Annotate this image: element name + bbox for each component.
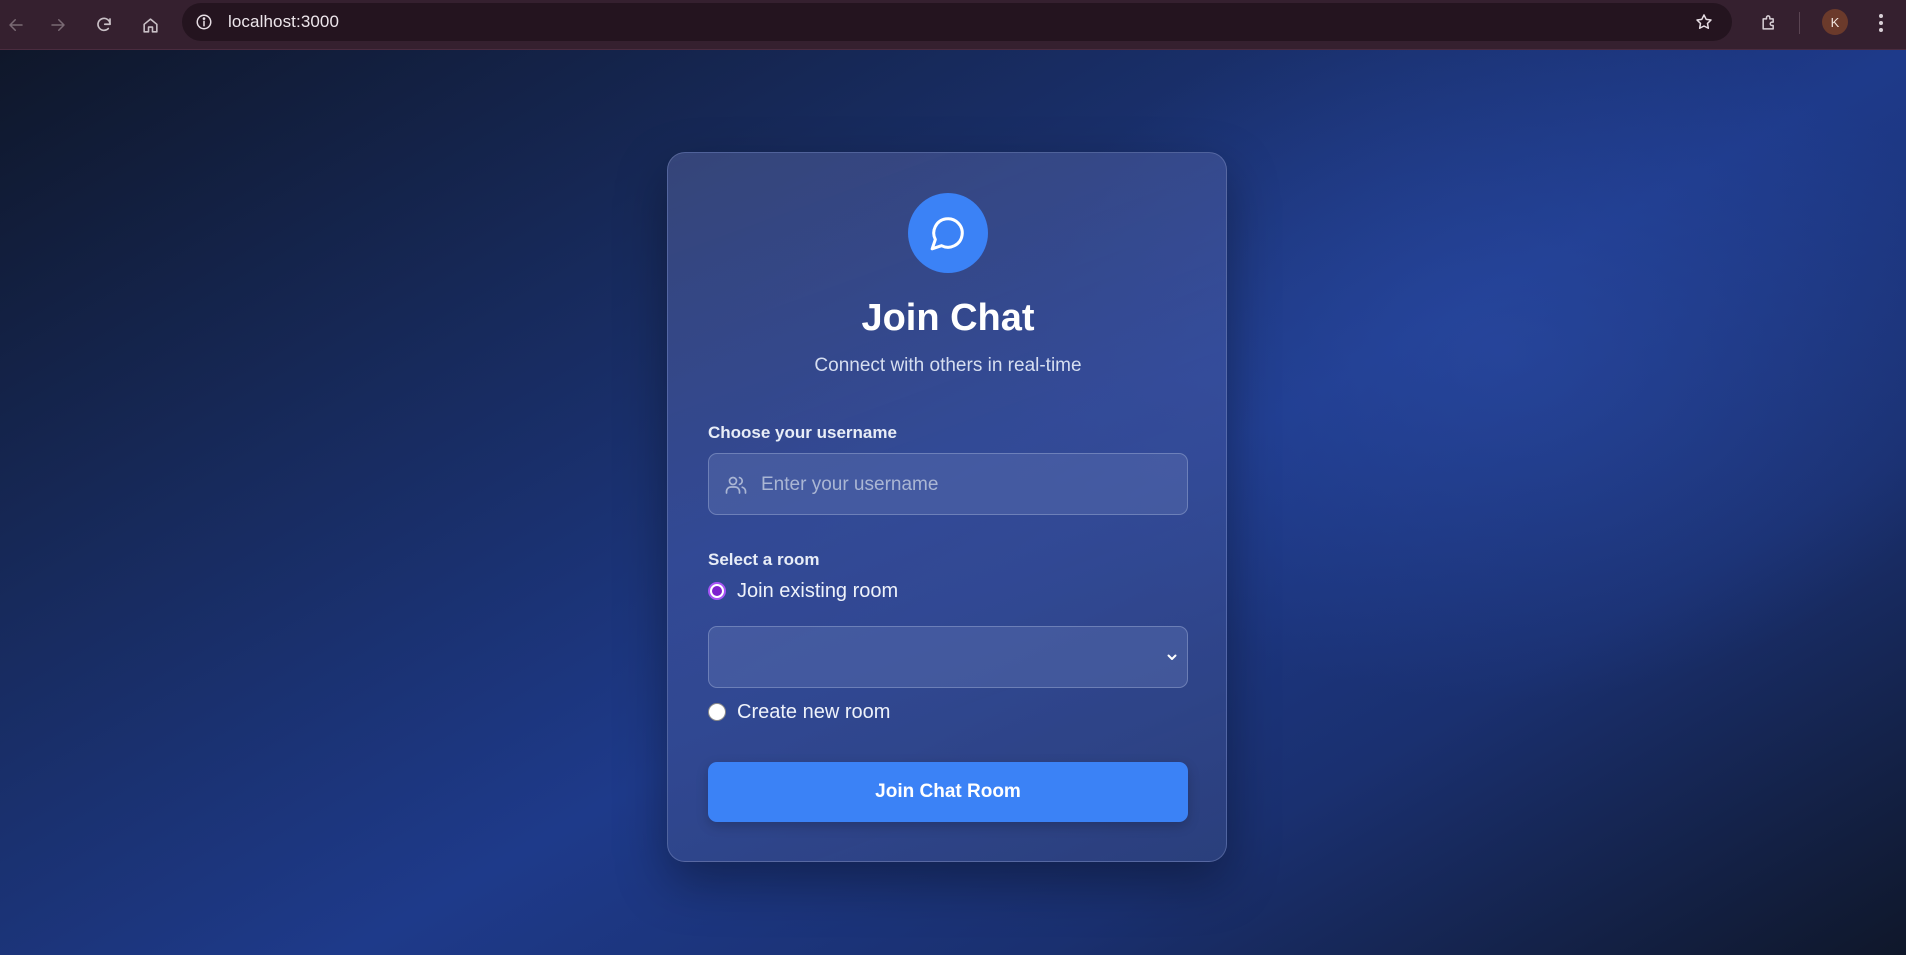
reload-icon xyxy=(97,17,111,32)
arrow-right-icon xyxy=(51,19,65,31)
create-new-radio[interactable] xyxy=(708,703,726,721)
forward-button[interactable] xyxy=(42,9,74,41)
username-field[interactable] xyxy=(708,453,1188,516)
page-subtitle: Connect with others in real-time xyxy=(814,355,1082,376)
toolbar-separator xyxy=(1799,12,1800,34)
chevron-down-icon xyxy=(1163,648,1181,666)
page-background: Join Chat Connect with others in real-ti… xyxy=(0,50,1906,955)
room-select[interactable] xyxy=(708,626,1188,688)
create-new-label: Create new room xyxy=(737,700,891,723)
join-chat-card: Join Chat Connect with others in real-ti… xyxy=(667,152,1227,862)
join-existing-radio[interactable] xyxy=(708,582,726,600)
username-label: Choose your username xyxy=(708,423,897,442)
browser-toolbar: localhost:3000 K xyxy=(0,0,1906,50)
page-title: Join Chat xyxy=(861,297,1035,339)
reload-button[interactable] xyxy=(88,9,120,41)
users-icon xyxy=(723,472,749,498)
address-bar[interactable]: localhost:3000 xyxy=(182,3,1732,41)
puzzle-icon[interactable] xyxy=(1754,8,1784,38)
url-text: localhost:3000 xyxy=(228,12,340,31)
radio-create-new[interactable]: Create new room xyxy=(708,700,890,724)
arrow-left-icon xyxy=(9,19,23,31)
radio-join-existing[interactable]: Join existing room xyxy=(708,579,898,603)
profile-avatar[interactable]: K xyxy=(1822,9,1848,35)
chat-bubble-icon xyxy=(930,217,964,251)
username-input[interactable] xyxy=(759,454,1183,516)
home-icon xyxy=(142,17,158,33)
star-icon[interactable] xyxy=(1692,10,1716,34)
chat-logo xyxy=(908,193,988,273)
back-button[interactable] xyxy=(0,9,32,41)
room-label: Select a room xyxy=(708,550,820,569)
home-button[interactable] xyxy=(134,9,166,41)
kebab-menu-icon[interactable] xyxy=(1866,8,1896,38)
info-icon[interactable] xyxy=(192,10,216,34)
join-chat-room-button[interactable]: Join Chat Room xyxy=(708,762,1188,822)
join-existing-label: Join existing room xyxy=(737,579,899,602)
